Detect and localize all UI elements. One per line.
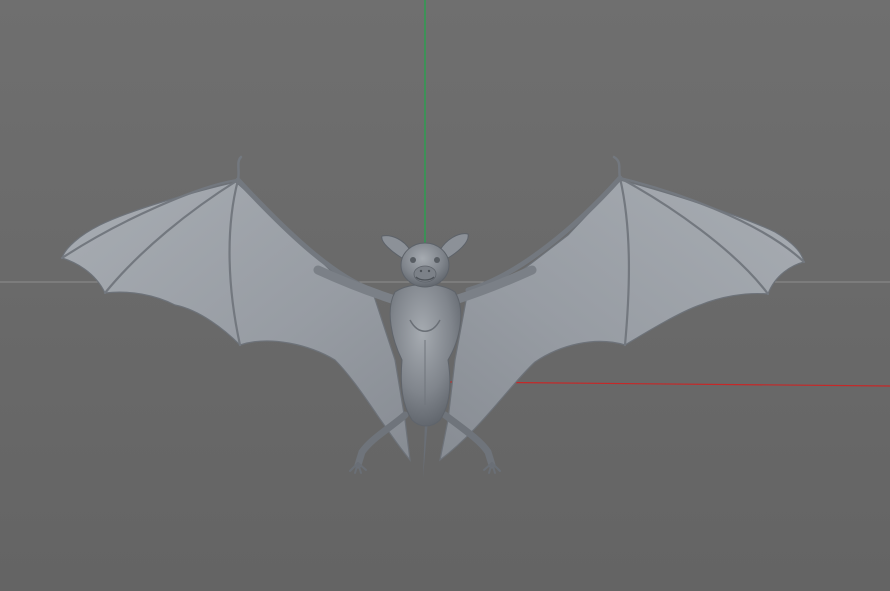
3d-viewport[interactable]	[0, 0, 890, 591]
left-eye	[410, 257, 416, 263]
scene-canvas	[0, 0, 890, 591]
right-eye	[434, 257, 440, 263]
